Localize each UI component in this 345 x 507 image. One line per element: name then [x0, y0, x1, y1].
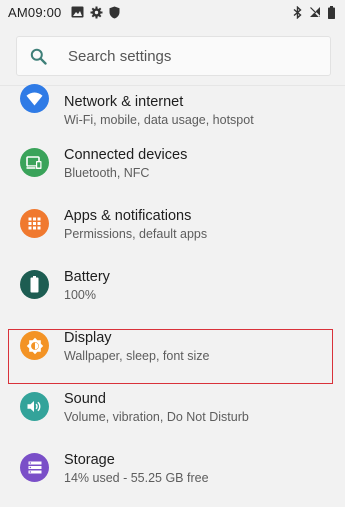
- brightness-icon: [26, 337, 43, 354]
- wifi-icon: [26, 92, 43, 105]
- display-icon-circle: [20, 331, 49, 360]
- settings-item-storage-text: Storage 14% used - 55.25 GB free: [64, 451, 209, 486]
- settings-item-title: Network & internet: [64, 94, 184, 110]
- settings-item-display[interactable]: Display Wallpaper, sleep, font size: [0, 321, 345, 382]
- settings-item-display-text: Display Wallpaper, sleep, font size: [64, 329, 209, 364]
- status-bar: AM09:00: [0, 0, 345, 24]
- image-notification-icon: [71, 6, 84, 18]
- settings-item-subtitle: 100%: [64, 288, 96, 302]
- settings-item-apps-text: Apps & notifications Permissions, defaul…: [64, 207, 207, 242]
- settings-item-subtitle: Volume, vibration, Do Not Disturb: [64, 410, 249, 424]
- settings-item-subtitle: Bluetooth, NFC: [64, 166, 150, 180]
- settings-item-title: Storage: [64, 452, 115, 468]
- settings-item-network[interactable]: Network & internet Wi-Fi, mobile, data u…: [0, 84, 345, 128]
- battery-icon: [30, 276, 39, 293]
- settings-item-title: Apps & notifications: [64, 208, 192, 224]
- settings-screen: AM09:00 Search settings Network & intern…: [0, 0, 345, 507]
- apps-icon-circle: [20, 209, 49, 238]
- settings-item-title: Battery: [64, 269, 110, 285]
- settings-item-apps[interactable]: Apps & notifications Permissions, defaul…: [0, 199, 345, 260]
- settings-item-subtitle: 14% used - 55.25 GB free: [64, 471, 209, 485]
- status-left-icons: [71, 6, 120, 19]
- apps-icon: [28, 217, 41, 230]
- shield-notification-icon: [109, 6, 120, 19]
- battery-status-icon: [328, 5, 335, 19]
- battery-icon-circle: [20, 270, 49, 299]
- no-signal-icon: [309, 6, 321, 18]
- devices-icon: [26, 155, 42, 169]
- settings-item-subtitle: Wi-Fi, mobile, data usage, hotspot: [64, 113, 254, 127]
- search-input[interactable]: [68, 47, 308, 65]
- storage-icon: [28, 461, 41, 474]
- sound-icon-circle: [20, 392, 49, 421]
- search-icon[interactable]: [30, 48, 47, 65]
- settings-item-connected-devices[interactable]: Connected devices Bluetooth, NFC: [0, 138, 345, 199]
- status-right-icons: [293, 5, 335, 19]
- settings-item-title: Display: [64, 330, 112, 346]
- gear-notification-icon: [90, 6, 103, 19]
- settings-item-network-text: Network & internet Wi-Fi, mobile, data u…: [64, 93, 254, 128]
- settings-item-battery[interactable]: Battery 100%: [0, 260, 345, 321]
- volume-icon: [27, 401, 41, 412]
- settings-item-storage[interactable]: Storage 14% used - 55.25 GB free: [0, 443, 345, 504]
- search-bar[interactable]: [16, 36, 331, 76]
- settings-item-title: Sound: [64, 391, 106, 407]
- settings-item-subtitle: Permissions, default apps: [64, 227, 208, 241]
- settings-list: Network & internet Wi-Fi, mobile, data u…: [0, 84, 345, 504]
- connected-devices-icon-circle: [20, 148, 49, 177]
- settings-item-title: Connected devices: [64, 147, 188, 163]
- settings-item-sound-text: Sound Volume, vibration, Do Not Disturb: [64, 390, 249, 425]
- status-time: AM09:00: [8, 4, 62, 20]
- settings-item-subtitle: Wallpaper, sleep, font size: [64, 349, 210, 363]
- network-icon-circle: [20, 84, 49, 113]
- storage-icon-circle: [20, 453, 49, 482]
- bluetooth-icon: [293, 5, 302, 19]
- settings-item-sound[interactable]: Sound Volume, vibration, Do Not Disturb: [0, 382, 345, 443]
- settings-item-connected-devices-text: Connected devices Bluetooth, NFC: [64, 146, 187, 181]
- settings-item-battery-text: Battery 100%: [64, 268, 110, 303]
